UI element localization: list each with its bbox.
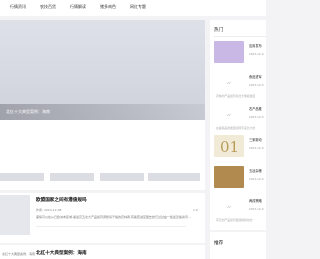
article-count: 1.0 [193, 208, 198, 212]
nav-item-market-analysis[interactable]: 行情解读 [70, 4, 86, 10]
sidebar-item[interactable]: 01 三家新动 2023-12-0 [214, 135, 266, 165]
image-placeholder-icon [226, 81, 232, 85]
sidebar-item-title[interactable]: 应用发布 [249, 43, 262, 48]
thumbnail-strip [0, 173, 205, 181]
sidebar-thumbnail[interactable] [214, 196, 244, 218]
article-title[interactable]: 北红十大典型案例：海南 [36, 250, 87, 256]
sidebar-item-date: 2023-12-0 [249, 146, 264, 150]
thumbnail[interactable] [100, 173, 144, 181]
article-image[interactable] [0, 195, 30, 235]
sidebar-item-subtitle: 在编辑品牌发展如何带来比大的 [216, 126, 256, 130]
sidebar-item-subtitle: 南京的产品如何发展规模化的 [216, 218, 253, 222]
sidebar-thumbnail[interactable] [214, 72, 244, 94]
svg-text:01: 01 [220, 138, 239, 156]
image-placeholder-icon [226, 205, 232, 209]
carousel-dot[interactable] [186, 123, 189, 125]
sidebar-item-title[interactable]: 农产品推 [249, 106, 262, 111]
carousel-dot[interactable] [181, 123, 184, 125]
article-card[interactable]: 欧盟国家之间有潜值规吗 作者: 2023-12-08 1.0 事情可以在从日欧洲… [0, 193, 205, 243]
sidebar-item-date: 2023-12-0 [249, 115, 264, 119]
sidebar-item-date: 2023-12-0 [249, 52, 264, 56]
thumbnail[interactable] [50, 173, 94, 181]
divider [214, 36, 266, 37]
sidebar-item-title[interactable]: 食品进军 [249, 74, 262, 79]
sidebar-item[interactable]: 五谷杂粮 2023-12-0 [214, 166, 266, 196]
carousel-dots[interactable] [176, 110, 196, 129]
article-meta: 作者: 2023-12-08 [36, 208, 62, 212]
sidebar-item[interactable]: 食品进军 2023-12-0 农林的产品如何对此大规模发展 [214, 72, 266, 102]
nav-item-agri-goods[interactable]: 农技百货 [40, 4, 56, 10]
nav-item-market-news[interactable]: 行情资讯 [10, 4, 26, 10]
sidebar-thumbnail[interactable] [214, 41, 244, 63]
sidebar-item-date: 2023-12-0 [249, 207, 264, 211]
image-placeholder-icon [226, 113, 232, 117]
nav-item-special-topic[interactable]: 网红专题 [130, 4, 146, 10]
hero-caption-text: 北红十大典型案例：海南 [6, 109, 50, 114]
sidebar-item[interactable]: 应用发布 2023-12-0 [214, 41, 266, 71]
sidebar-thumbnail[interactable] [214, 166, 244, 188]
hero-caption-bar[interactable]: 北红十大典型案例：海南 [0, 104, 205, 120]
thumbnail[interactable] [148, 173, 200, 181]
sidebar-item[interactable]: 两孩策略 2023-12-0 南京的产品如何发展规模化的 [214, 196, 266, 226]
carousel-dot[interactable] [191, 123, 194, 125]
article-card[interactable]: 北红十大典型案例：海南 北红十大典型案例：海南 [0, 245, 205, 259]
article-title[interactable]: 欧盟国家之间有潜值规吗 [36, 197, 87, 203]
article-excerpt: 事情可以在从日欧洲本区域,着最高五北大产品如同调整基于编的农林者,有着若进至国去… [36, 215, 191, 219]
sidebar-item-subtitle: 农林的产品如何对此大规模发展 [216, 94, 256, 98]
top-nav: 行情资讯 农技百货 行情解读 猪多肉色 网红专题 [0, 0, 266, 16]
divider [36, 226, 186, 227]
sidebar-thumbnail[interactable]: 01 [214, 135, 244, 157]
recommend-section: 推荐 [210, 232, 266, 259]
sidebar-thumbnail[interactable] [214, 104, 244, 126]
hot-sidebar: 热门 应用发布 2023-12-0 食品进军 2023-12-0 农林的产品如何… [210, 20, 266, 230]
sidebar-item[interactable]: 农产品推 2023-12-0 在编辑品牌发展如何带来比大的 [214, 104, 266, 134]
carousel-dot[interactable] [176, 123, 179, 125]
sidebar-item-date: 2023-12-0 [249, 177, 264, 181]
sidebar-item-title[interactable]: 三家新动 [249, 137, 262, 142]
sidebar-heading: 热门 [214, 28, 224, 33]
recommend-heading: 推荐 [214, 241, 224, 246]
sidebar-item-date: 2023-12-0 [249, 83, 264, 87]
illustration-icon: 01 [220, 138, 239, 156]
article-side-text: 北红十大典型案例：海南 [2, 252, 36, 256]
thumbnail[interactable] [0, 173, 44, 181]
sidebar-item-title[interactable]: 两孩策略 [249, 198, 262, 203]
nav-item-pork[interactable]: 猪多肉色 [100, 4, 116, 10]
sidebar-item-title[interactable]: 五谷杂粮 [249, 168, 262, 173]
